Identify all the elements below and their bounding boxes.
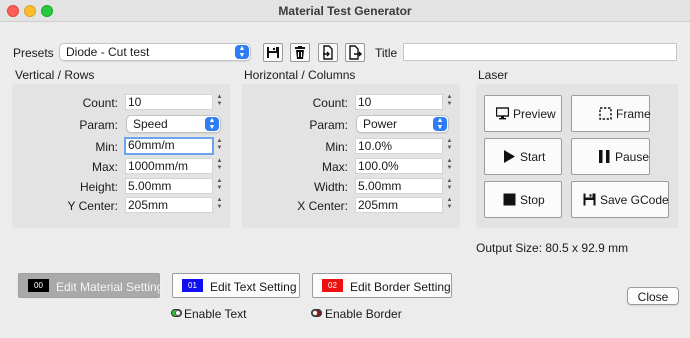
enable-border-label: Enable Border bbox=[325, 307, 402, 321]
stop-icon bbox=[503, 193, 516, 206]
columns-max-label: Max: bbox=[321, 160, 348, 174]
edit-material-setting-button[interactable]: 00 Edit Material Setting bbox=[18, 273, 164, 298]
delete-preset-button[interactable] bbox=[290, 43, 310, 62]
text-badge: 01 bbox=[182, 279, 203, 292]
preview-button[interactable]: Preview bbox=[484, 95, 562, 132]
columns-min-input[interactable]: 10.0% bbox=[355, 138, 443, 154]
rows-count-label: Count: bbox=[82, 96, 118, 110]
edit-border-label: Edit Border Setting bbox=[350, 280, 451, 294]
title-label: Title bbox=[375, 46, 398, 60]
rows-heading: Vertical / Rows bbox=[15, 68, 95, 82]
close-button[interactable]: Close bbox=[627, 287, 679, 305]
columns-param-select[interactable]: Power ▲ ▼ bbox=[356, 115, 449, 133]
columns-xcenter-stepper[interactable]: ▲ ▼ bbox=[445, 197, 454, 213]
enable-text-toggle[interactable] bbox=[171, 309, 182, 317]
columns-param-value: Power bbox=[363, 117, 398, 131]
columns-min-stepper[interactable]: ▲ ▼ bbox=[445, 138, 454, 154]
rows-param-label: Param: bbox=[79, 118, 118, 132]
border-badge: 02 bbox=[322, 279, 343, 292]
output-size-text: Output Size: 80.5 x 92.9 mm bbox=[476, 241, 629, 255]
chevron-updown-icon: ▲ ▼ bbox=[205, 117, 219, 131]
chevron-updown-icon: ▲ ▼ bbox=[235, 45, 249, 59]
delete-icon bbox=[295, 46, 305, 59]
rows-min-label: Min: bbox=[95, 140, 118, 154]
columns-xcenter-label: X Center: bbox=[297, 199, 348, 213]
columns-max-input[interactable]: 100.0% bbox=[355, 158, 443, 174]
rows-height-stepper[interactable]: ▲ ▼ bbox=[215, 178, 224, 194]
rows-max-label: Max: bbox=[91, 160, 118, 174]
presets-label: Presets bbox=[13, 46, 54, 60]
edit-border-setting-button[interactable]: 02 Edit Border Setting bbox=[312, 273, 452, 298]
columns-max-stepper[interactable]: ▲ ▼ bbox=[445, 158, 454, 174]
title-input[interactable] bbox=[403, 43, 677, 61]
columns-width-stepper[interactable]: ▲ ▼ bbox=[445, 178, 454, 194]
start-label: Start bbox=[520, 150, 546, 164]
columns-count-stepper[interactable]: ▲ ▼ bbox=[445, 94, 454, 110]
columns-min-label: Min: bbox=[325, 140, 348, 154]
chevron-updown-icon: ▲ ▼ bbox=[433, 117, 447, 131]
rows-param-value: Speed bbox=[133, 117, 168, 131]
columns-heading: Horizontal / Columns bbox=[244, 68, 356, 82]
floppy-icon bbox=[583, 193, 596, 206]
rows-min-input[interactable]: 60mm/m bbox=[124, 137, 214, 155]
export-icon bbox=[349, 45, 362, 60]
pause-icon bbox=[599, 150, 610, 163]
save-icon bbox=[267, 47, 279, 58]
presets-select[interactable]: Diode - Cut test ▲ ▼ bbox=[59, 43, 251, 61]
start-button[interactable]: Start bbox=[484, 138, 562, 175]
material-test-window: Material Test Generator Presets Diode - … bbox=[0, 0, 690, 338]
frame-button[interactable]: Frame bbox=[571, 95, 651, 132]
material-badge: 00 bbox=[28, 279, 49, 292]
columns-width-input[interactable]: 5.00mm bbox=[355, 178, 443, 194]
monitor-icon bbox=[496, 107, 509, 120]
rows-param-select[interactable]: Speed ▲ ▼ bbox=[126, 115, 221, 133]
laser-heading: Laser bbox=[478, 68, 509, 82]
close-label: Close bbox=[637, 290, 669, 304]
rows-count-input[interactable]: 10 bbox=[125, 94, 213, 110]
save-preset-button[interactable] bbox=[263, 43, 283, 62]
stop-label: Stop bbox=[520, 193, 545, 207]
preview-label: Preview bbox=[513, 107, 556, 121]
rows-ycenter-label: Y Center: bbox=[67, 199, 118, 213]
presets-select-value: Diode - Cut test bbox=[66, 45, 150, 59]
edit-text-setting-button[interactable]: 01 Edit Text Setting bbox=[172, 273, 300, 298]
enable-border-knob bbox=[312, 310, 318, 316]
columns-width-label: Width: bbox=[313, 180, 348, 194]
edit-text-label: Edit Text Setting bbox=[210, 280, 297, 294]
rows-max-input[interactable]: 1000mm/m bbox=[125, 158, 213, 174]
play-icon bbox=[504, 150, 515, 163]
columns-param-label: Param: bbox=[309, 118, 348, 132]
columns-count-input[interactable]: 10 bbox=[355, 94, 443, 110]
columns-xcenter-input[interactable]: 205mm bbox=[355, 197, 443, 213]
columns-count-label: Count: bbox=[312, 96, 348, 110]
title-bar: Material Test Generator bbox=[0, 0, 690, 22]
edit-material-label: Edit Material Setting bbox=[56, 280, 164, 294]
rows-min-stepper[interactable]: ▲ ▼ bbox=[215, 138, 224, 154]
save-gcode-label: Save GCode bbox=[600, 193, 669, 207]
stop-button[interactable]: Stop bbox=[484, 181, 562, 218]
rows-count-stepper[interactable]: ▲ ▼ bbox=[215, 94, 224, 110]
rows-height-label: Height: bbox=[79, 180, 118, 194]
frame-icon bbox=[599, 107, 612, 120]
import-icon bbox=[323, 45, 333, 60]
enable-text-label: Enable Text bbox=[184, 307, 247, 321]
import-preset-button[interactable] bbox=[318, 43, 338, 62]
enable-text-knob bbox=[175, 310, 181, 316]
rows-ycenter-input[interactable]: 205mm bbox=[125, 197, 213, 213]
enable-border-toggle[interactable] bbox=[311, 309, 322, 317]
save-gcode-button[interactable]: Save GCode bbox=[571, 181, 669, 218]
pause-label: Pause bbox=[615, 150, 650, 164]
rows-ycenter-stepper[interactable]: ▲ ▼ bbox=[215, 197, 224, 213]
frame-label: Frame bbox=[616, 107, 651, 121]
window-title: Material Test Generator bbox=[278, 4, 412, 18]
rows-max-stepper[interactable]: ▲ ▼ bbox=[215, 158, 224, 174]
export-preset-button[interactable] bbox=[345, 43, 365, 62]
rows-height-input[interactable]: 5.00mm bbox=[125, 178, 213, 194]
pause-button[interactable]: Pause bbox=[571, 138, 650, 175]
